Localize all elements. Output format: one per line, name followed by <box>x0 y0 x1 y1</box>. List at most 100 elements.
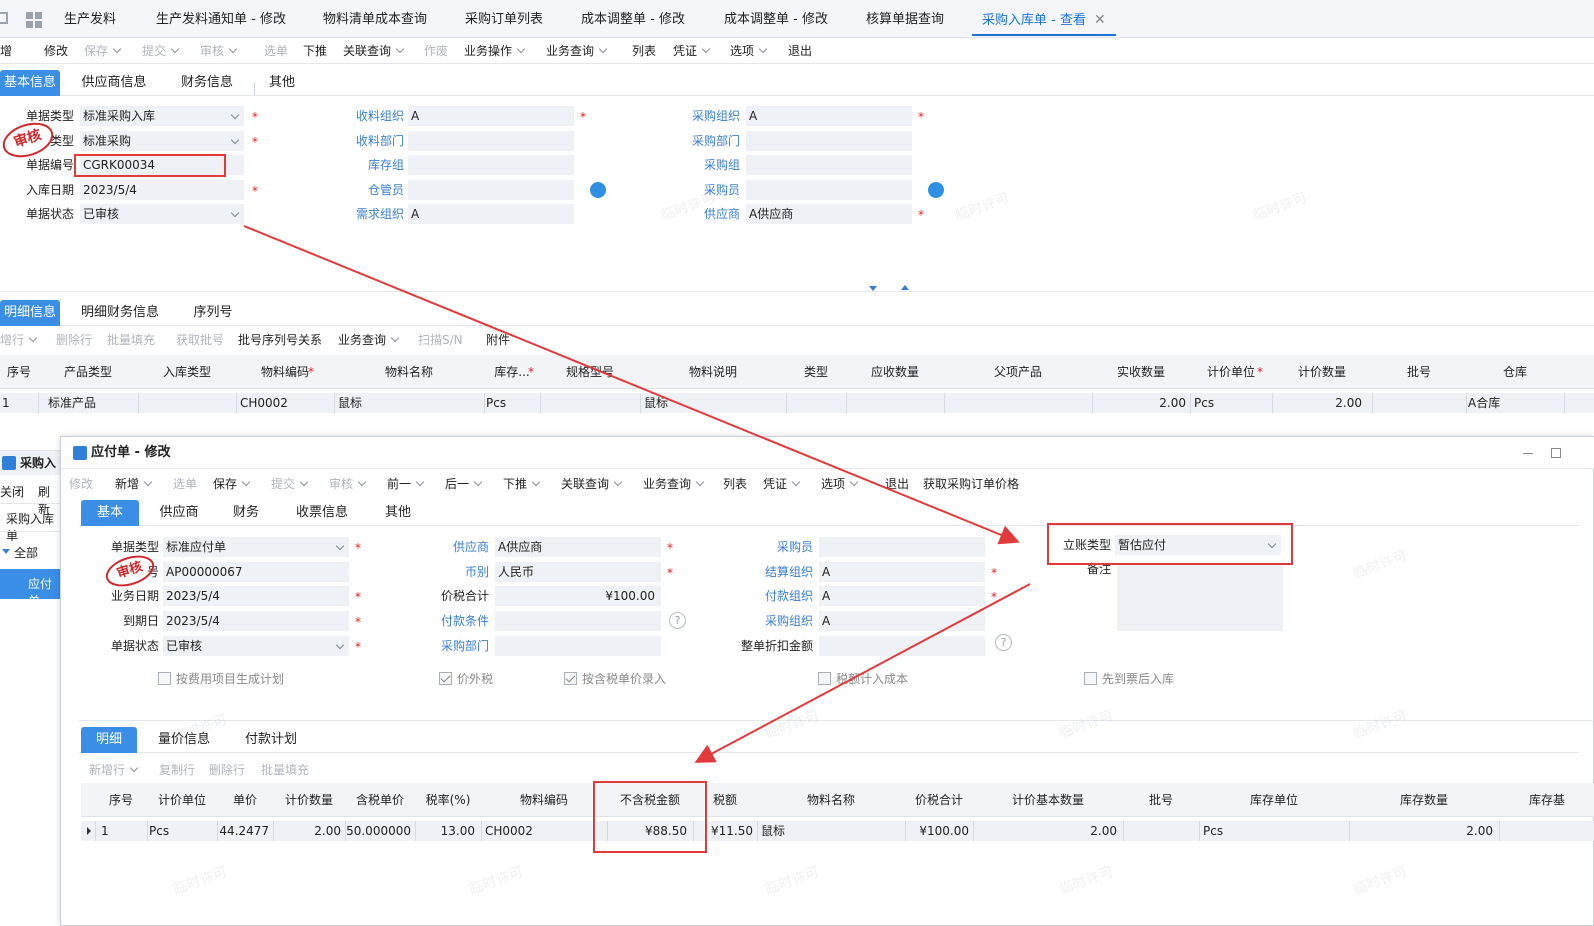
tb-add[interactable]: 增 <box>0 38 12 64</box>
tree-all[interactable]: 全部 <box>14 544 38 561</box>
help-icon[interactable]: ? <box>995 634 1012 651</box>
dfield-payorg[interactable]: A <box>819 586 985 606</box>
dtb-next[interactable]: 后一 <box>445 471 483 497</box>
dt-scan[interactable]: 扫描S/N <box>418 327 463 353</box>
field-date[interactable]: 2023/5/4 <box>80 180 244 200</box>
tb-select[interactable]: 选单 <box>264 38 288 64</box>
tab-serial[interactable]: 序列号 <box>182 300 244 326</box>
tb-save[interactable]: 保存 <box>84 38 122 64</box>
help-icon[interactable]: ? <box>669 612 686 629</box>
field-status[interactable]: 已审核 <box>80 204 244 224</box>
tb-push[interactable]: 下推 <box>303 38 327 64</box>
field-purorg[interactable]: A <box>746 106 912 126</box>
tb-exit[interactable]: 退出 <box>788 38 812 64</box>
field-buyer[interactable] <box>746 180 912 200</box>
tab-detail-finance[interactable]: 明细财务信息 <box>72 300 168 326</box>
tb-bizquery[interactable]: 业务查询 <box>546 38 608 64</box>
field-recorg[interactable]: A <box>408 106 574 126</box>
dfield-discount[interactable] <box>819 636 985 656</box>
tab-4[interactable]: 成本调整单 - 修改 <box>581 0 685 38</box>
dtb-save[interactable]: 保存 <box>213 471 251 497</box>
field-billtype[interactable]: 标准采购入库 <box>80 106 244 126</box>
dt-delrow[interactable]: 删除行 <box>56 327 92 353</box>
dtb-linkquery[interactable]: 关联查询 <box>561 471 623 497</box>
dtb-exit[interactable]: 退出 <box>885 471 909 497</box>
chk-fee-plan[interactable] <box>158 672 171 685</box>
field-reqorg[interactable]: A <box>408 204 574 224</box>
dtb-options[interactable]: 选项 <box>821 471 859 497</box>
tb-list[interactable]: 列表 <box>632 38 656 64</box>
dt-batchfill[interactable]: 批量填充 <box>107 327 155 353</box>
dtb-getprice[interactable]: 获取采购订单价格 <box>923 471 1019 497</box>
left-close-button[interactable]: 关闭 <box>0 483 24 500</box>
tab-detail-info[interactable]: 明细信息 <box>0 300 60 326</box>
tab-7-active[interactable]: 采购入库单 - 查看 ✕ <box>972 0 1116 36</box>
table-row[interactable]: 1 标准产品 CH0002 鼠标 Pcs 鼠标 2.00 Pcs 2.00 A合… <box>0 393 1594 413</box>
tab-1[interactable]: 生产发料通知单 - 修改 <box>156 0 286 38</box>
dtab-basic[interactable]: 基本 <box>81 500 139 526</box>
minimize-icon[interactable] <box>1523 453 1533 454</box>
dfield-purorg[interactable]: A <box>819 611 985 631</box>
field-biztype[interactable]: 标准采购 <box>80 131 244 151</box>
dt-getbatch[interactable]: 获取批号 <box>176 327 224 353</box>
ddt-delrow[interactable]: 删除行 <box>209 757 245 783</box>
dfield-currency[interactable]: 人民币 <box>495 562 661 582</box>
dfield-due[interactable]: 2023/5/4 <box>163 611 349 631</box>
chk-taxcost[interactable] <box>818 672 831 685</box>
ddt-addrow[interactable]: 新增行 <box>89 757 139 783</box>
tb-submit[interactable]: 提交 <box>142 38 180 64</box>
tree-expand-icon[interactable] <box>2 549 10 554</box>
tab-other[interactable]: 其他 <box>258 70 306 96</box>
maximize-icon[interactable] <box>1551 448 1561 458</box>
tb-voucher[interactable]: 凭证 <box>673 38 711 64</box>
tab-6[interactable]: 核算单据查询 <box>866 0 944 38</box>
dtab-finance[interactable]: 财务 <box>225 500 267 526</box>
chk-extax[interactable] <box>439 672 452 685</box>
dfield-remark[interactable] <box>1117 565 1283 631</box>
dfield-purdept[interactable] <box>495 636 661 656</box>
dtb-list[interactable]: 列表 <box>723 471 747 497</box>
dfield-settleorg[interactable]: A <box>819 562 985 582</box>
dfield-bizdate[interactable]: 2023/5/4 <box>163 586 349 606</box>
home-icon[interactable] <box>0 12 8 24</box>
close-icon[interactable]: ✕ <box>1094 12 1106 28</box>
tree-ap[interactable]: 应付单 <box>28 575 60 609</box>
apps-grid-icon[interactable] <box>26 12 42 28</box>
dfield-status[interactable]: 已审核 <box>163 636 349 656</box>
tab-basic-info[interactable]: 基本信息 <box>0 70 60 96</box>
dtb-push[interactable]: 下推 <box>503 471 541 497</box>
dt-batchserial[interactable]: 批号序列号关系 <box>238 327 322 353</box>
ddtab-payplan[interactable]: 付款计划 <box>237 727 305 753</box>
dfield-billno[interactable]: AP00000067 <box>163 562 349 582</box>
dt-attach[interactable]: 附件 <box>486 327 510 353</box>
table-row[interactable]: 1 Pcs 44.2477 2.00 50.000000 13.00 CH000… <box>81 821 1594 841</box>
field-stockgrp[interactable] <box>408 155 574 175</box>
cloud-icon[interactable] <box>928 182 944 198</box>
dfield-payterm[interactable] <box>495 611 661 631</box>
dtb-edit[interactable]: 修改 <box>69 471 93 497</box>
dt-bizquery[interactable]: 业务查询 <box>338 327 400 353</box>
dfield-total[interactable]: ¥100.00 <box>495 586 661 606</box>
ddt-batchfill[interactable]: 批量填充 <box>261 757 309 783</box>
tb-bizop[interactable]: 业务操作 <box>464 38 526 64</box>
dtb-select[interactable]: 选单 <box>173 471 197 497</box>
cloud-icon[interactable] <box>590 182 606 198</box>
dtab-other[interactable]: 其他 <box>377 500 419 526</box>
field-supplier[interactable]: A供应商 <box>746 204 912 224</box>
tab-3[interactable]: 采购订单列表 <box>465 0 543 38</box>
collapse-down-icon[interactable] <box>869 286 877 291</box>
ddt-copyrow[interactable]: 复制行 <box>159 757 195 783</box>
dt-addrow[interactable]: 增行 <box>0 327 38 353</box>
collapse-up-icon[interactable] <box>901 285 909 290</box>
chk-invfirst[interactable] <box>1084 672 1097 685</box>
dtb-audit[interactable]: 审核 <box>329 471 367 497</box>
dtab-invoice[interactable]: 收票信息 <box>285 500 359 526</box>
chk-taxprice[interactable] <box>564 672 577 685</box>
tab-finance-info[interactable]: 财务信息 <box>170 70 244 96</box>
dtb-prev[interactable]: 前一 <box>387 471 425 497</box>
dtb-voucher[interactable]: 凭证 <box>763 471 801 497</box>
tab-0[interactable]: 生产发料 <box>64 0 116 38</box>
tab-2[interactable]: 物料清单成本查询 <box>323 0 427 38</box>
dtb-submit[interactable]: 提交 <box>271 471 309 497</box>
dtb-new[interactable]: 新增 <box>115 471 153 497</box>
